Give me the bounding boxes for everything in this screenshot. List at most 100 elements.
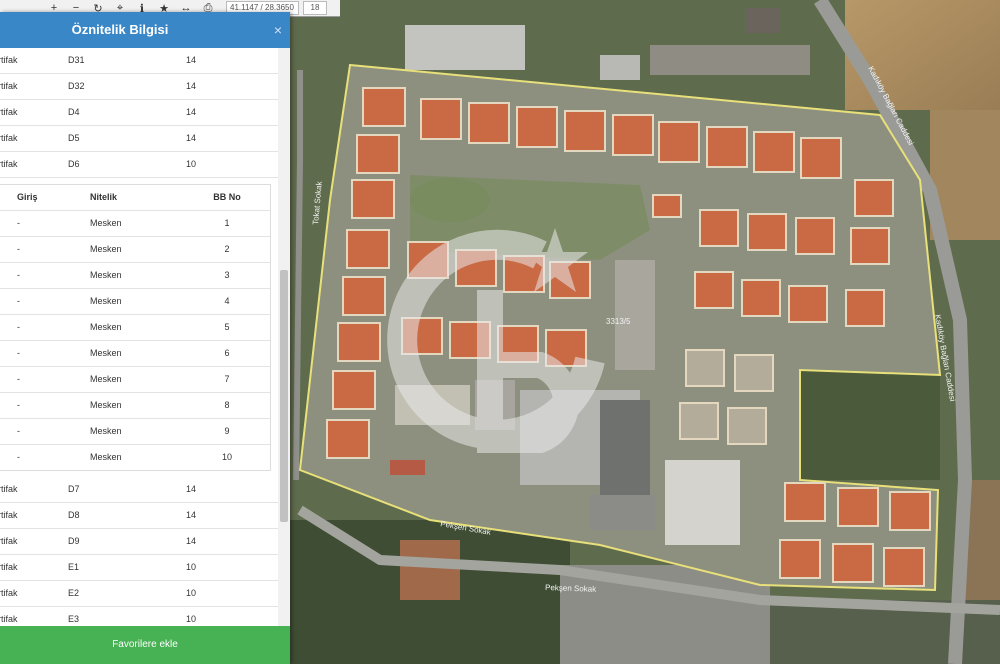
unit-bb-no: 3 — [224, 270, 230, 280]
unit-row[interactable]: - Mesken 8 — [0, 393, 270, 419]
unit-giris: - — [17, 374, 20, 384]
unit-giris: - — [17, 348, 20, 358]
row-kind: rtifak — [0, 536, 18, 546]
unit-row[interactable]: - Mesken 1 — [0, 211, 270, 237]
school-building — [590, 495, 655, 530]
table-row[interactable]: rtifak D32 14 — [0, 74, 278, 100]
row-block: D8 — [68, 510, 80, 520]
row-kind: rtifak — [0, 107, 18, 117]
unit-bb-no: 5 — [224, 322, 230, 332]
table-row[interactable]: rtifak D6 10 — [0, 152, 278, 178]
building-roof — [745, 8, 780, 33]
unit-bb-no: 9 — [224, 426, 230, 436]
unit-giris: - — [17, 244, 20, 254]
school-building — [600, 400, 650, 500]
subtable-header: Giriş Nitelik BB No — [0, 185, 270, 211]
unit-nitelik: Mesken — [90, 348, 122, 358]
zoom-level: 18 — [303, 1, 327, 15]
row-count: 14 — [186, 107, 197, 117]
unit-bb-no: 2 — [224, 244, 230, 254]
unit-row[interactable]: - Mesken 3 — [0, 263, 270, 289]
unit-giris: - — [17, 218, 20, 228]
unit-bb-no: 6 — [224, 348, 230, 358]
row-kind: rtifak — [0, 510, 18, 520]
unit-giris: - — [17, 322, 20, 332]
attribute-panel: Öznitelik Bilgisi × rtifak D31 14 rtifak… — [0, 12, 290, 664]
row-block: E1 — [68, 562, 80, 572]
table-row[interactable]: rtifak D7 14 — [0, 477, 278, 503]
table-row[interactable]: rtifak D5 14 — [0, 126, 278, 152]
scrollbar-thumb[interactable] — [280, 270, 288, 522]
table-row[interactable]: rtifak D8 14 — [0, 503, 278, 529]
tree-area — [800, 370, 940, 480]
close-icon[interactable]: × — [274, 12, 282, 48]
row-count: 14 — [186, 81, 197, 91]
unit-nitelik: Mesken — [90, 452, 122, 462]
row-count: 14 — [186, 55, 197, 65]
unit-nitelik: Mesken — [90, 270, 122, 280]
row-count: 14 — [186, 510, 197, 520]
unit-row[interactable]: - Mesken 6 — [0, 341, 270, 367]
unit-bb-no: 1 — [224, 218, 230, 228]
row-block: D9 — [68, 536, 80, 546]
industrial-building — [600, 55, 640, 80]
unit-row[interactable]: - Mesken 2 — [0, 237, 270, 263]
row-block: E2 — [68, 588, 80, 598]
attribute-list[interactable]: rtifak D31 14 rtifak D32 14 rtifak D4 14… — [0, 48, 278, 626]
table-row[interactable]: rtifak E2 10 — [0, 581, 278, 607]
row-kind: rtifak — [0, 562, 18, 572]
row-kind: rtifak — [0, 81, 18, 91]
unit-giris: - — [17, 426, 20, 436]
parcel-label: 3313/5 — [606, 317, 631, 326]
row-kind: rtifak — [0, 484, 18, 494]
table-row[interactable]: rtifak E3 10 — [0, 607, 278, 626]
unit-row[interactable]: - Mesken 9 — [0, 419, 270, 445]
unit-bb-no: 4 — [224, 296, 230, 306]
unit-nitelik: Mesken — [90, 296, 122, 306]
unit-bb-no: 7 — [224, 374, 230, 384]
unit-nitelik: Mesken — [90, 218, 122, 228]
unit-row[interactable]: - Mesken 5 — [0, 315, 270, 341]
row-count: 14 — [186, 484, 197, 494]
add-to-favorites-button[interactable]: Favorilere ekle — [0, 626, 290, 664]
row-count: 14 — [186, 536, 197, 546]
row-block: D7 — [68, 484, 80, 494]
scrollbar[interactable] — [278, 48, 290, 626]
row-kind: rtifak — [0, 55, 18, 65]
unit-giris: - — [17, 400, 20, 410]
table-row[interactable]: rtifak D31 14 — [0, 48, 278, 74]
unit-giris: - — [17, 270, 20, 280]
building — [615, 260, 655, 370]
unit-row[interactable]: - Mesken 10 — [0, 445, 270, 470]
row-kind: rtifak — [0, 588, 18, 598]
table-row[interactable]: rtifak D4 14 — [0, 100, 278, 126]
block-rows-bottom: rtifak D7 14 rtifak D8 14 rtifak D9 14 r… — [0, 477, 278, 626]
header-giris: Giriş — [17, 192, 38, 202]
row-count: 10 — [186, 588, 197, 598]
row-block: D32 — [68, 81, 85, 91]
building-roof — [400, 540, 460, 600]
unit-giris: - — [17, 452, 20, 462]
row-count: 10 — [186, 614, 197, 624]
unit-bb-no: 10 — [221, 452, 232, 462]
unit-bb-no: 8 — [224, 400, 230, 410]
unit-nitelik: Mesken — [90, 244, 122, 254]
row-block: D5 — [68, 133, 80, 143]
row-count: 14 — [186, 133, 197, 143]
unit-giris: - — [17, 296, 20, 306]
building-roof — [390, 460, 425, 475]
row-count: 10 — [186, 562, 197, 572]
header-nitelik: Nitelik — [90, 192, 118, 202]
panel-title: Öznitelik Bilgisi — [71, 22, 169, 37]
table-row[interactable]: rtifak D9 14 — [0, 529, 278, 555]
unit-row[interactable]: - Mesken 4 — [0, 289, 270, 315]
panel-header: Öznitelik Bilgisi × — [0, 12, 290, 48]
row-kind: rtifak — [0, 159, 18, 169]
row-kind: rtifak — [0, 614, 18, 624]
unit-nitelik: Mesken — [90, 374, 122, 384]
building-row — [650, 45, 810, 75]
unit-row[interactable]: - Mesken 7 — [0, 367, 270, 393]
row-block: D4 — [68, 107, 80, 117]
table-row[interactable]: rtifak E1 10 — [0, 555, 278, 581]
unit-subtable: Giriş Nitelik BB No - Mesken 1 - Mesken … — [0, 184, 271, 471]
